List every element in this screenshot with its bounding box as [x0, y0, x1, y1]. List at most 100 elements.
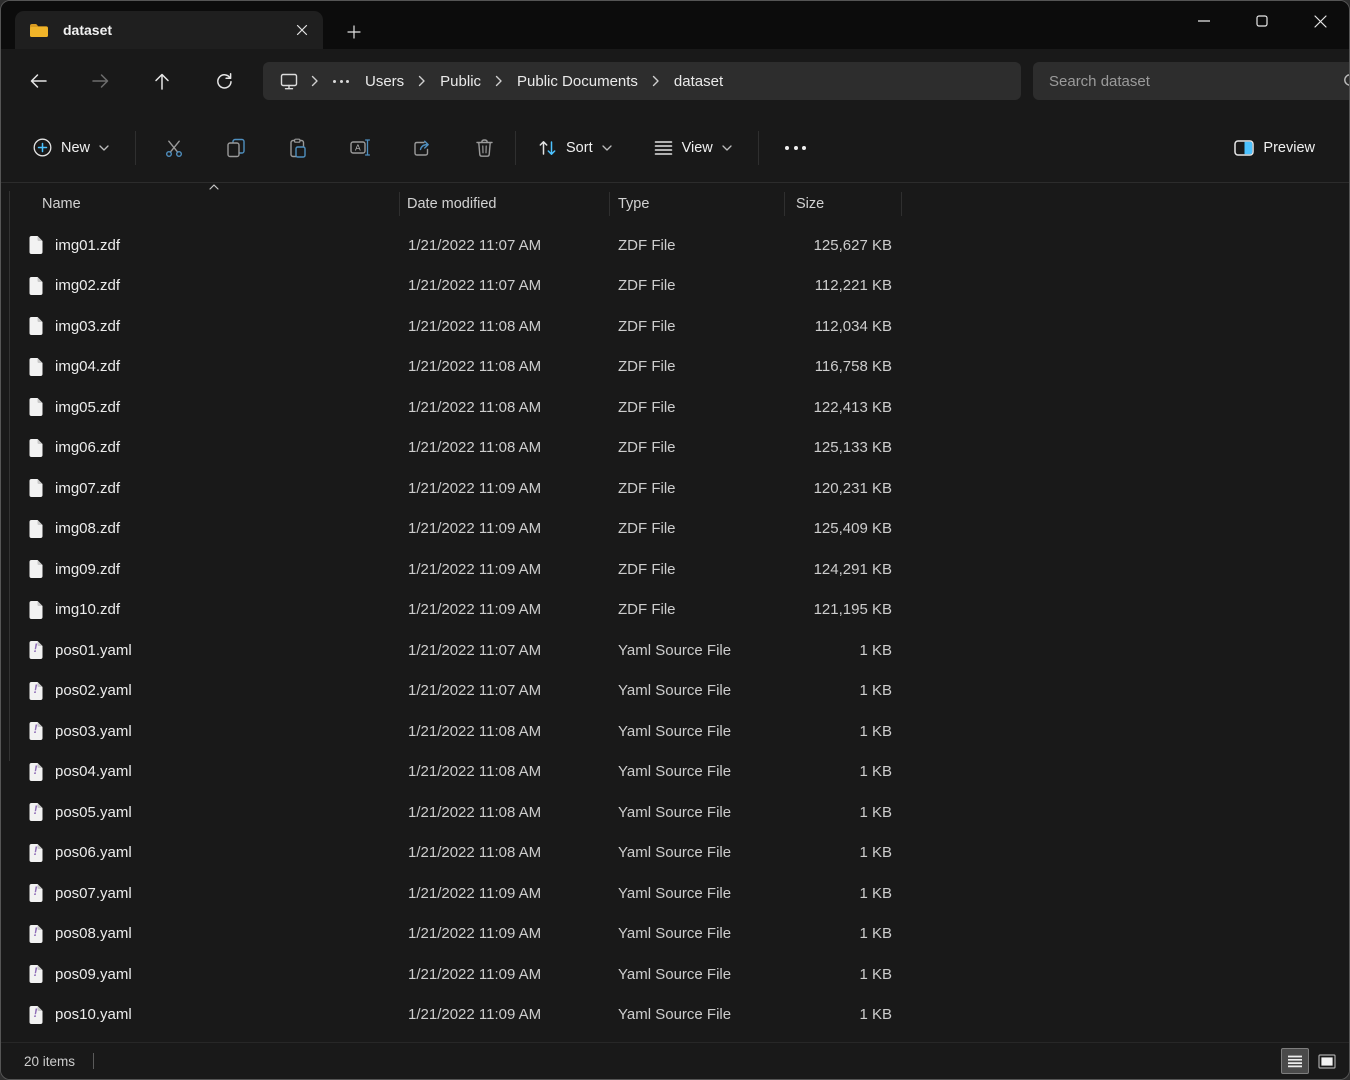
- table-row[interactable]: ! pos07.yaml 1/21/2022 11:09 AM Yaml Sou…: [1, 873, 1349, 914]
- zdf-file-icon: [28, 438, 44, 458]
- sort-button[interactable]: Sort: [526, 128, 624, 168]
- column-resize-handle[interactable]: [784, 192, 785, 216]
- zdf-file-icon: [28, 276, 44, 296]
- file-pane: Name Date modified Type Size img01.zdf 1…: [1, 183, 1349, 1035]
- file-date-modified: 1/21/2022 11:08 AM: [408, 318, 618, 335]
- table-row[interactable]: ! pos05.yaml 1/21/2022 11:08 AM Yaml Sou…: [1, 792, 1349, 833]
- file-name: img09.zdf: [52, 561, 408, 578]
- table-row[interactable]: ! pos01.yaml 1/21/2022 11:07 AM Yaml Sou…: [1, 630, 1349, 671]
- column-resize-handle[interactable]: [901, 192, 902, 216]
- address-bar[interactable]: Users Public Public Documents dataset: [263, 62, 1021, 100]
- table-row[interactable]: ! pos04.yaml 1/21/2022 11:08 AM Yaml Sou…: [1, 752, 1349, 793]
- title-bar: dataset: [1, 1, 1349, 49]
- file-size: 121,195 KB: [784, 601, 892, 618]
- pane-splitter[interactable]: [9, 191, 10, 761]
- chevron-right-icon: [311, 75, 319, 87]
- view-button[interactable]: View: [642, 128, 744, 168]
- new-tab-icon[interactable]: [339, 19, 369, 45]
- column-resize-handle[interactable]: [399, 192, 400, 216]
- chevron-right-icon[interactable]: [418, 75, 426, 87]
- table-row[interactable]: ! pos03.yaml 1/21/2022 11:08 AM Yaml Sou…: [1, 711, 1349, 752]
- breadcrumb-item[interactable]: dataset: [666, 69, 731, 94]
- file-type: ZDF File: [618, 237, 784, 254]
- file-size: 124,291 KB: [784, 561, 892, 578]
- table-row[interactable]: img04.zdf 1/21/2022 11:08 AM ZDF File 11…: [1, 347, 1349, 388]
- zdf-file-icon: [28, 559, 44, 579]
- table-row[interactable]: img03.zdf 1/21/2022 11:08 AM ZDF File 11…: [1, 306, 1349, 347]
- new-button[interactable]: New: [21, 128, 121, 168]
- command-bar: New A: [1, 113, 1349, 183]
- column-header-date-modified[interactable]: Date modified: [407, 183, 496, 225]
- file-date-modified: 1/21/2022 11:09 AM: [408, 601, 618, 618]
- table-row[interactable]: ! pos06.yaml 1/21/2022 11:08 AM Yaml Sou…: [1, 833, 1349, 874]
- breadcrumb: Users Public Public Documents dataset: [357, 69, 731, 94]
- tab-title: dataset: [63, 22, 287, 38]
- tab-close-icon[interactable]: [287, 17, 317, 43]
- sort-arrows-icon: [538, 139, 557, 157]
- file-size: 1 KB: [784, 885, 892, 902]
- table-row[interactable]: img06.zdf 1/21/2022 11:08 AM ZDF File 12…: [1, 428, 1349, 469]
- yaml-file-icon: !: [28, 964, 44, 984]
- column-header-type[interactable]: Type: [618, 183, 649, 225]
- table-row[interactable]: ! pos08.yaml 1/21/2022 11:09 AM Yaml Sou…: [1, 914, 1349, 955]
- table-row[interactable]: img07.zdf 1/21/2022 11:09 AM ZDF File 12…: [1, 468, 1349, 509]
- file-name: pos07.yaml: [52, 885, 408, 902]
- preview-button-label: Preview: [1263, 140, 1315, 156]
- chevron-right-icon[interactable]: [495, 75, 503, 87]
- up-icon[interactable]: [142, 63, 182, 99]
- file-size: 1 KB: [784, 642, 892, 659]
- maximize-icon[interactable]: [1233, 1, 1291, 41]
- breadcrumb-item[interactable]: Public: [432, 69, 489, 94]
- search-input[interactable]: [1033, 73, 1311, 90]
- file-type: Yaml Source File: [618, 723, 784, 740]
- tab-dataset[interactable]: dataset: [15, 11, 323, 49]
- table-row[interactable]: img10.zdf 1/21/2022 11:09 AM ZDF File 12…: [1, 590, 1349, 631]
- preview-button[interactable]: Preview: [1222, 128, 1327, 168]
- column-header-size[interactable]: Size: [796, 183, 824, 225]
- breadcrumb-item[interactable]: Public Documents: [509, 69, 646, 94]
- chevron-down-icon: [602, 145, 612, 151]
- details-view-icon[interactable]: [1281, 1048, 1309, 1074]
- table-row[interactable]: ! pos02.yaml 1/21/2022 11:07 AM Yaml Sou…: [1, 671, 1349, 712]
- file-type: Yaml Source File: [618, 925, 784, 942]
- cut-icon[interactable]: [151, 128, 197, 168]
- forward-icon[interactable]: [80, 63, 120, 99]
- minimize-icon[interactable]: [1175, 1, 1233, 41]
- zdf-file-icon: [28, 357, 44, 377]
- rename-icon[interactable]: A: [337, 128, 383, 168]
- this-pc-icon[interactable]: [279, 72, 299, 91]
- copy-icon[interactable]: [213, 128, 259, 168]
- yaml-file-icon: !: [28, 640, 44, 660]
- table-row[interactable]: img08.zdf 1/21/2022 11:09 AM ZDF File 12…: [1, 509, 1349, 550]
- column-resize-handle[interactable]: [609, 192, 610, 216]
- yaml-file-icon: !: [28, 802, 44, 822]
- file-type: Yaml Source File: [618, 1006, 784, 1023]
- breadcrumb-item[interactable]: Users: [357, 69, 412, 94]
- file-type: Yaml Source File: [618, 763, 784, 780]
- table-row[interactable]: img09.zdf 1/21/2022 11:09 AM ZDF File 12…: [1, 549, 1349, 590]
- breadcrumb-overflow-icon[interactable]: [325, 80, 357, 83]
- yaml-file-icon: !: [28, 883, 44, 903]
- chevron-down-icon: [722, 145, 732, 151]
- table-row[interactable]: img01.zdf 1/21/2022 11:07 AM ZDF File 12…: [1, 225, 1349, 266]
- table-row[interactable]: ! pos09.yaml 1/21/2022 11:09 AM Yaml Sou…: [1, 954, 1349, 995]
- table-row[interactable]: img02.zdf 1/21/2022 11:07 AM ZDF File 11…: [1, 266, 1349, 307]
- paste-icon[interactable]: [275, 128, 321, 168]
- thumbnail-view-icon[interactable]: [1313, 1048, 1341, 1074]
- column-header-name[interactable]: Name: [42, 183, 81, 225]
- share-icon[interactable]: [399, 128, 445, 168]
- back-icon[interactable]: [18, 63, 58, 99]
- close-icon[interactable]: [1291, 1, 1349, 41]
- search-box[interactable]: [1033, 62, 1350, 100]
- sort-button-label: Sort: [566, 140, 593, 156]
- more-icon[interactable]: [773, 128, 819, 168]
- delete-icon[interactable]: [461, 128, 507, 168]
- table-row[interactable]: ! pos10.yaml 1/21/2022 11:09 AM Yaml Sou…: [1, 995, 1349, 1036]
- refresh-icon[interactable]: [204, 63, 244, 99]
- file-date-modified: 1/21/2022 11:07 AM: [408, 682, 618, 699]
- sort-ascending-icon: [209, 184, 219, 190]
- file-type: ZDF File: [618, 601, 784, 618]
- chevron-right-icon[interactable]: [652, 75, 660, 87]
- status-divider: [93, 1053, 94, 1069]
- table-row[interactable]: img05.zdf 1/21/2022 11:08 AM ZDF File 12…: [1, 387, 1349, 428]
